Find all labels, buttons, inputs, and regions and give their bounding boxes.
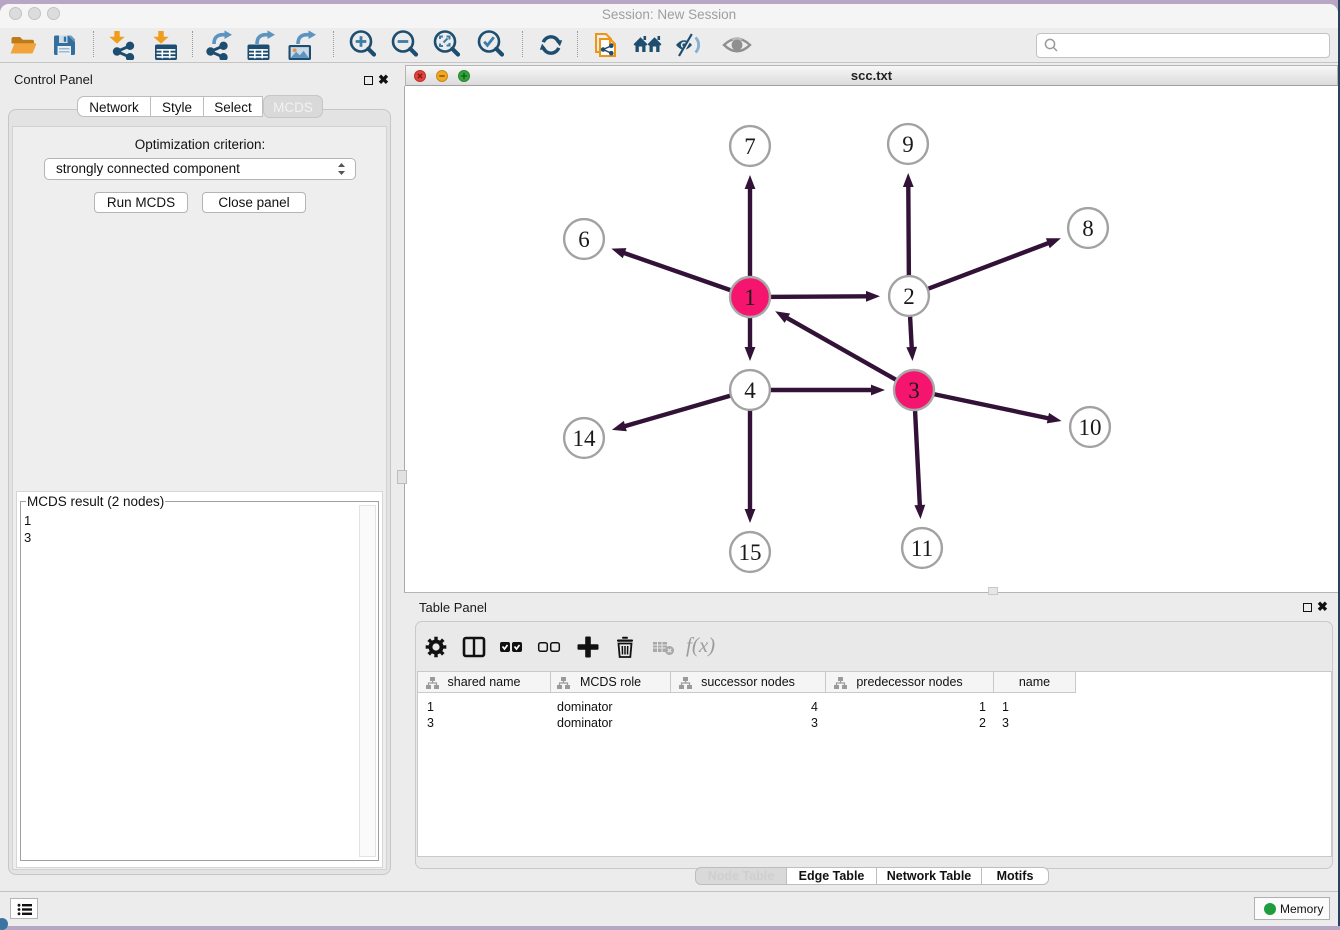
svg-text:8: 8 xyxy=(1082,216,1094,241)
svg-text:3: 3 xyxy=(908,378,920,403)
svg-text:1: 1 xyxy=(744,285,756,310)
svg-text:15: 15 xyxy=(739,540,762,565)
svg-text:9: 9 xyxy=(902,132,914,157)
svg-text:6: 6 xyxy=(578,227,590,252)
svg-text:10: 10 xyxy=(1079,415,1102,440)
svg-text:7: 7 xyxy=(744,134,756,159)
svg-text:2: 2 xyxy=(903,284,915,309)
svg-text:4: 4 xyxy=(744,378,756,403)
svg-text:14: 14 xyxy=(573,426,597,451)
svg-text:11: 11 xyxy=(911,536,933,561)
